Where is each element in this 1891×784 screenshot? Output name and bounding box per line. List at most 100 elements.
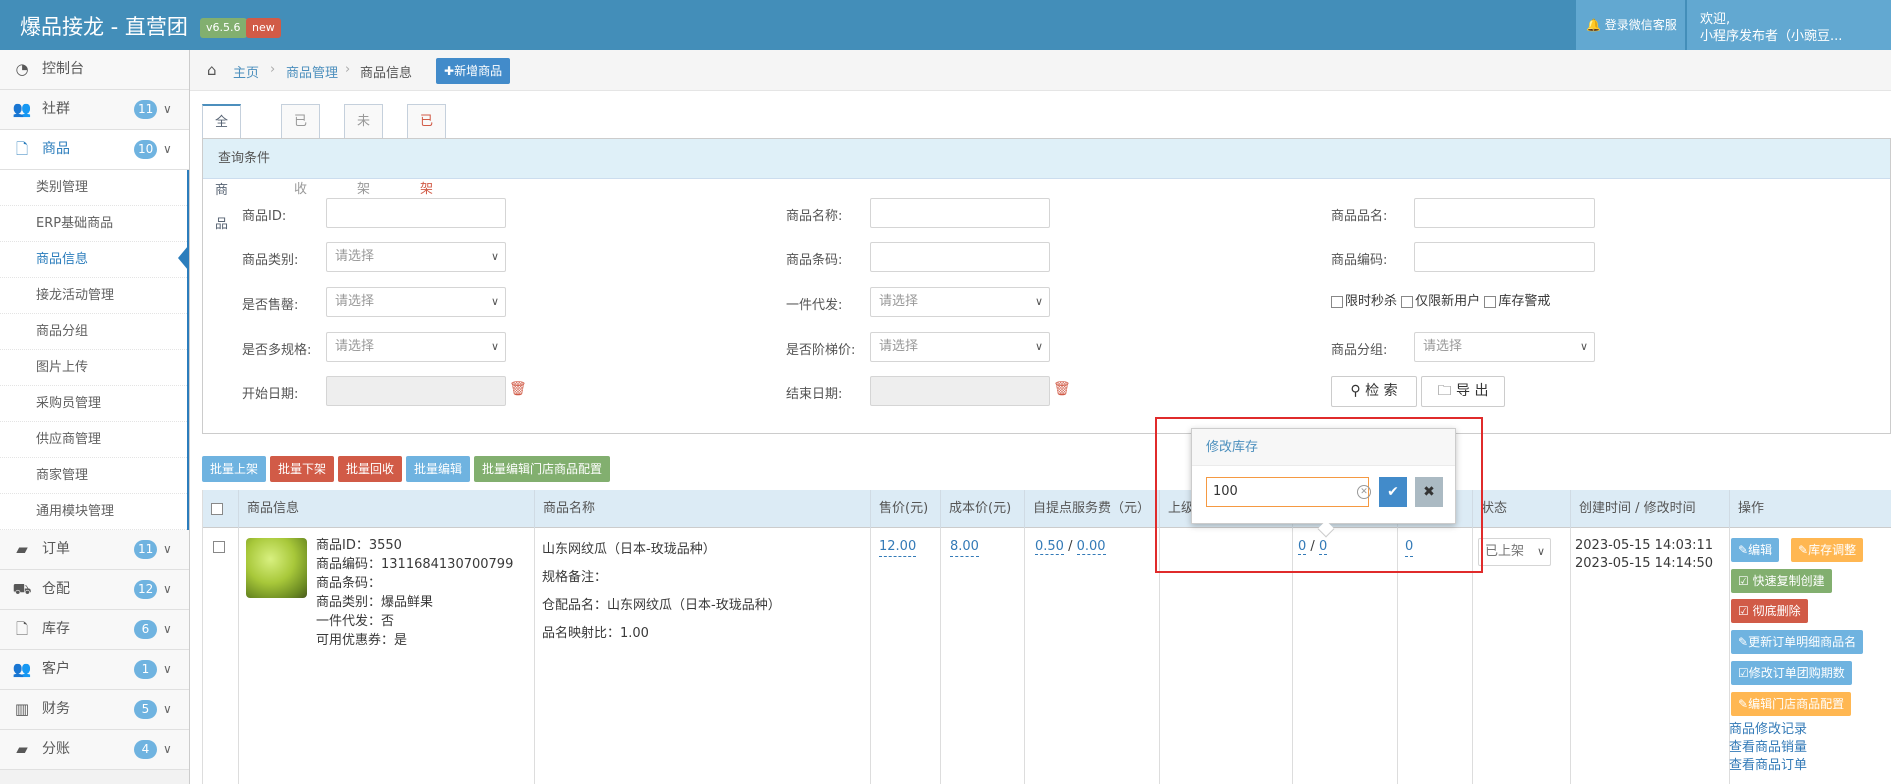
submenu-item-module[interactable]: 通用模块管理 <box>0 494 187 530</box>
category-select[interactable]: 请选择 ∨ <box>326 242 506 272</box>
barcode-input[interactable] <box>870 242 1050 272</box>
link-orders[interactable]: 查看商品订单 <box>1729 754 1807 773</box>
label-group: 商品分组: <box>1331 343 1388 358</box>
export-button[interactable]: 🗀 导 出 <box>1421 376 1505 407</box>
user-name: 小程序发布者（小豌豆... <box>1700 29 1843 44</box>
chevron-down-icon: ∨ <box>490 250 499 263</box>
delete-button[interactable]: ☑ 彻底删除 <box>1731 599 1808 623</box>
trash-icon[interactable]: 🗑 <box>1053 381 1071 397</box>
submenu-item-upload[interactable]: 图片上传 <box>0 350 187 386</box>
submenu-item-goods-info[interactable]: 商品信息 <box>0 242 187 278</box>
brand-title[interactable]: 爆品接龙 - 直营团 <box>20 11 188 41</box>
status-select[interactable]: 已上架 ∨ <box>1478 538 1551 566</box>
sidebar-item-label: 仓配 <box>42 581 70 597</box>
tab-unlisted[interactable]: 未上架 <box>344 104 384 197</box>
submenu-item-erp[interactable]: ERP基础商品 <box>0 206 187 242</box>
row-checkbox[interactable] <box>213 541 225 553</box>
stock-alert-checkbox[interactable]: 库存警戒 <box>1484 294 1550 309</box>
sidebar-item-split[interactable]: ▰ 分账 4 ∨ <box>0 730 189 770</box>
sidebar-item-community[interactable]: 👥 社群 11 ∨ <box>0 90 189 130</box>
update-period-button[interactable]: ☑修改订单团购期数 <box>1731 661 1852 685</box>
add-goods-button[interactable]: ✚新增商品 <box>436 58 511 84</box>
pickup-fee-a[interactable]: 0.50 <box>1035 539 1064 555</box>
sidebar-item-warehouse[interactable]: ⛟ 仓配 12 ∨ <box>0 570 189 610</box>
header-time: 创建时间 / 修改时间 <box>1571 490 1730 528</box>
sidebar-item-goods[interactable]: 🗋 商品 10 ∨ <box>0 130 189 170</box>
goods-submenu: 类别管理 ERP基础商品 商品信息 接龙活动管理 商品分组 图片上传 采购员管理… <box>0 170 189 530</box>
new-user-checkbox[interactable]: 仅限新用户 <box>1401 294 1480 309</box>
product-image[interactable] <box>246 538 307 598</box>
update-order-name-button[interactable]: ✎更新订单明细商品名 <box>1731 630 1864 654</box>
home-icon[interactable]: ⌂ <box>207 61 217 79</box>
chevron-down-icon: ∨ <box>490 295 499 308</box>
pinming-input[interactable] <box>1414 198 1595 228</box>
price-editable[interactable]: 12.00 <box>879 537 917 557</box>
group-select[interactable]: 请选择 ∨ <box>1414 332 1595 362</box>
sidebar: ◔ 控制台 👥 社群 11 ∨ 🗋 商品 10 ∨ 类别管理 ERP基础商品 商品信息 接龙活… <box>0 50 190 784</box>
cost-editable[interactable]: 8.00 <box>950 537 979 557</box>
quick-copy-button[interactable]: ☑ 快速复制创建 <box>1731 569 1832 593</box>
select-placeholder: 请选择 <box>1423 339 1463 354</box>
submenu-item-category[interactable]: 类别管理 <box>0 170 187 206</box>
checkbox-box[interactable] <box>1401 295 1414 308</box>
wx-service-button[interactable]: 🔔 登录微信客服 <box>1576 0 1685 50</box>
submenu-item-group[interactable]: 商品分组 <box>0 314 187 350</box>
pencil-icon: ✎ <box>1738 543 1749 557</box>
store-config-button[interactable]: ✎编辑门店商品配置 <box>1731 692 1852 716</box>
breadcrumb-goods-manage[interactable]: 商品管理 <box>286 62 338 81</box>
breadcrumb-home[interactable]: 主页 <box>233 62 259 81</box>
tab-listed[interactable]: 已上架 <box>407 104 447 197</box>
end-date-input[interactable] <box>870 376 1050 406</box>
batch-recycle-button[interactable]: 批量回收 <box>338 456 403 482</box>
user-menu[interactable]: 欢迎, 小程序发布者（小豌豆... <box>1687 0 1891 50</box>
batch-list-button[interactable]: 批量上架 <box>202 456 267 482</box>
chevron-down-icon: ∨ <box>163 542 172 556</box>
batch-store-config-button[interactable]: 批量编辑门店商品配置 <box>474 456 611 482</box>
sidebar-item-customers[interactable]: 👥 客户 1 ∨ <box>0 650 189 690</box>
sidebar-item-finance[interactable]: ▥ 财务 5 ∨ <box>0 690 189 730</box>
start-date-input[interactable] <box>326 376 506 406</box>
multispec-select[interactable]: 请选择 ∨ <box>326 332 506 362</box>
submenu-item-merchant[interactable]: 商家管理 <box>0 458 187 494</box>
tab-all[interactable]: 全部商品 <box>202 104 242 232</box>
submenu-item-solitaire[interactable]: 接龙活动管理 <box>0 278 187 314</box>
breadcrumb-separator: › <box>345 62 351 77</box>
goods-name-input[interactable] <box>870 198 1050 228</box>
submenu-item-buyer[interactable]: 采购员管理 <box>0 386 187 422</box>
edit-button[interactable]: ✎编辑 <box>1731 538 1780 562</box>
checkbox-box[interactable] <box>1331 295 1343 308</box>
sidebar-item-stock[interactable]: 🗋 库存 6 ∨ <box>0 610 189 650</box>
trash-icon[interactable]: 🗑 <box>509 381 527 397</box>
chevron-down-icon: ∨ <box>490 340 499 353</box>
soldout-select[interactable]: 请选择 ∨ <box>326 287 506 317</box>
bell-icon: 🔔 <box>1586 18 1601 32</box>
checkbox-label: 限时秒杀 <box>1345 294 1398 309</box>
sidebar-item-label: 客户 <box>42 661 70 677</box>
table-column-divider <box>203 528 239 784</box>
checkbox-box[interactable] <box>1484 295 1497 308</box>
users-icon: 👥 <box>12 660 32 678</box>
batch-delist-button[interactable]: 批量下架 <box>270 456 335 482</box>
tiered-select[interactable]: 请选择 ∨ <box>870 332 1050 362</box>
sidebar-item-dashboard[interactable]: ◔ 控制台 <box>0 50 189 90</box>
breadcrumb-current: 商品信息 <box>360 66 413 81</box>
warehouse-name-text: 仓配品名：山东网纹瓜（日本-玫珑品种） <box>542 598 781 613</box>
table-column-divider <box>1473 528 1571 784</box>
header-price: 售价(元) <box>871 490 941 528</box>
select-all-checkbox[interactable] <box>211 502 223 515</box>
search-button[interactable]: ⚲ 检 索 <box>1331 376 1417 407</box>
code-input[interactable] <box>1414 242 1595 272</box>
goods-id-input[interactable] <box>326 198 506 228</box>
dropship-select[interactable]: 请选择 ∨ <box>870 287 1050 317</box>
submenu-item-supplier[interactable]: 供应商管理 <box>0 422 187 458</box>
link-modify-log[interactable]: 商品修改记录 <box>1729 718 1807 737</box>
active-pointer <box>178 246 188 270</box>
tab-recycled[interactable]: 已回收 <box>281 104 321 197</box>
chevron-down-icon: ∨ <box>1034 340 1043 353</box>
batch-edit-button[interactable]: 批量编辑 <box>406 456 471 482</box>
stock-adjust-button[interactable]: ✎库存调整 <box>1791 538 1864 562</box>
sidebar-item-orders[interactable]: ▰ 订单 11 ∨ <box>0 530 189 570</box>
link-sales[interactable]: 查看商品销量 <box>1729 736 1807 755</box>
flash-sale-checkbox[interactable]: 限时秒杀 <box>1331 294 1397 309</box>
pickup-fee-b[interactable]: 0.00 <box>1076 539 1106 555</box>
